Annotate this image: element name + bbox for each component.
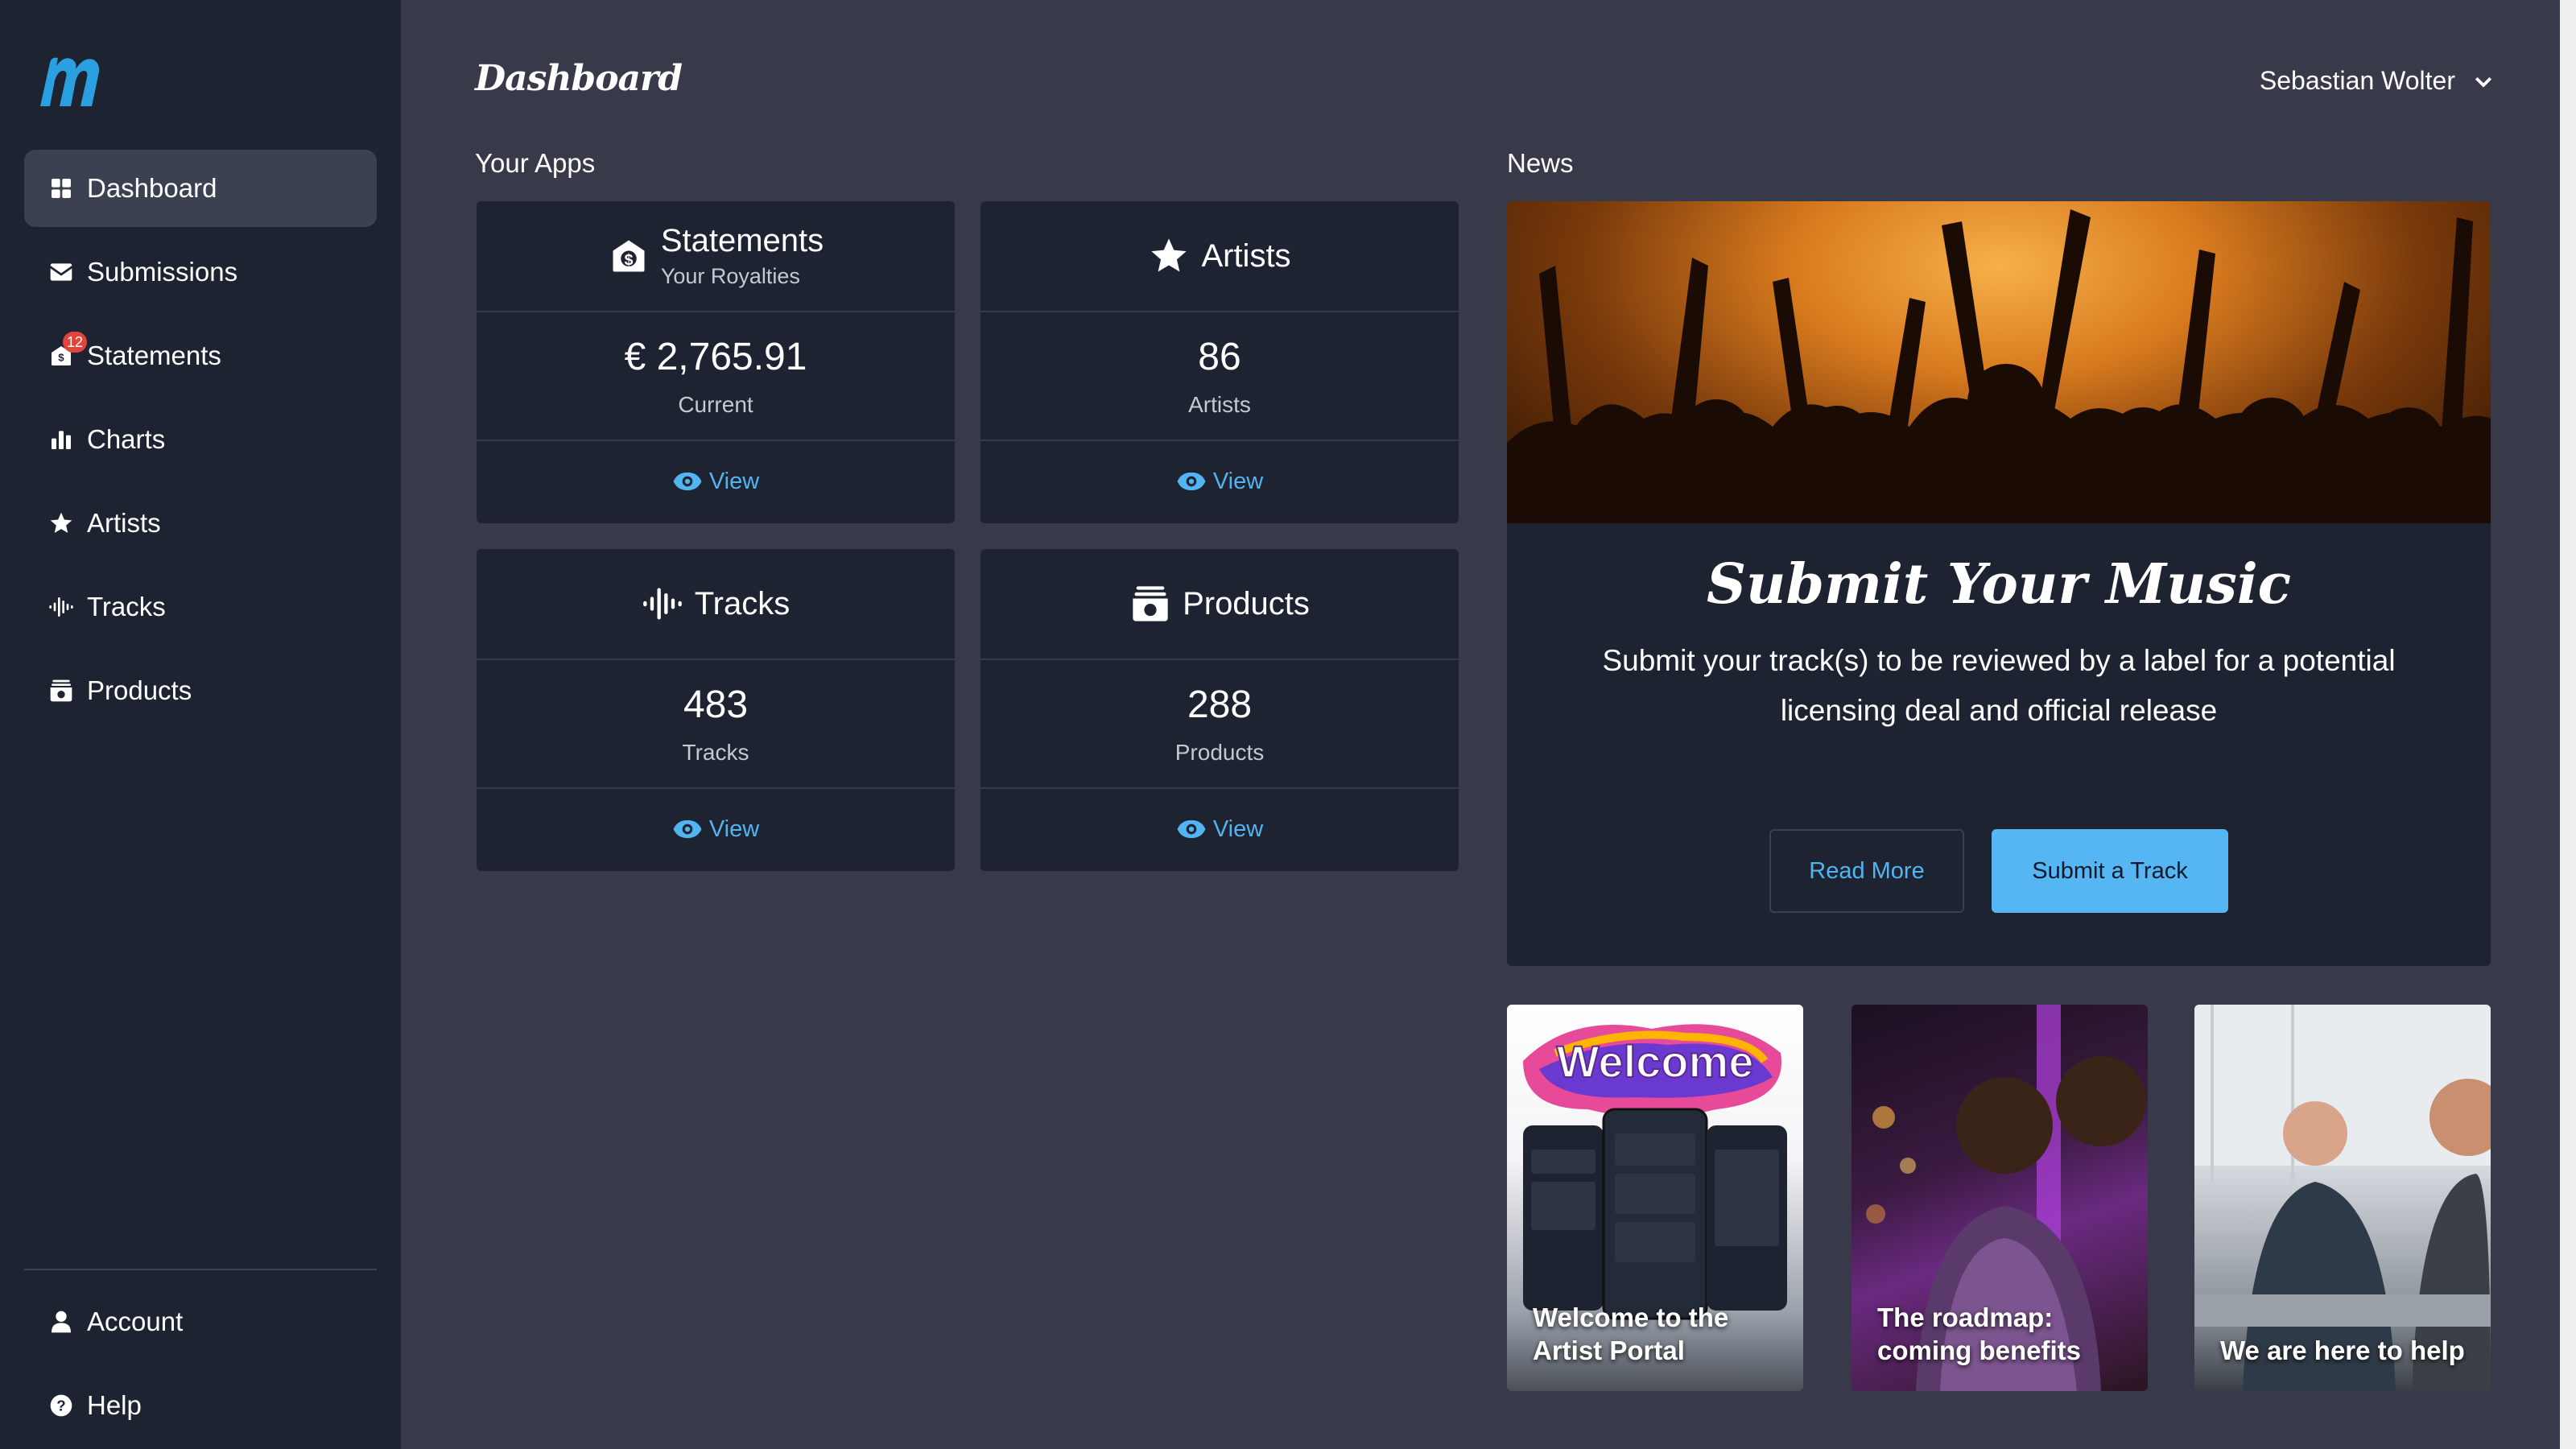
svg-text:?: ? xyxy=(56,1397,65,1414)
sidebar-item-dashboard[interactable]: Dashboard xyxy=(24,150,377,227)
app-card-products: Products 288 Products View xyxy=(980,549,1459,871)
submit-track-button[interactable]: Submit a Track xyxy=(1992,829,2228,913)
view-statements-link[interactable]: View xyxy=(477,441,955,522)
sidebar-item-label: Dashboard xyxy=(87,173,217,203)
concert-image xyxy=(1507,201,2491,523)
card-body: € 2,765.91 Current xyxy=(477,312,955,441)
card-title: Tracks xyxy=(694,585,791,621)
user-icon xyxy=(48,1309,74,1335)
sidebar-item-label: Charts xyxy=(87,424,166,454)
sidebar-divider xyxy=(24,1269,377,1270)
secondary-nav: Account ? Help xyxy=(24,1283,377,1449)
card-header: $ Statements Your Royalties xyxy=(477,201,955,312)
news-heading: Submit Your Music xyxy=(1706,552,2292,617)
money-envelope-icon: $ 12 xyxy=(48,332,88,369)
notification-badge: 12 xyxy=(63,332,88,353)
sidebar-item-label: Submissions xyxy=(87,257,238,287)
news-article-roadmap[interactable]: The roadmap: coming benefits xyxy=(1852,1005,2148,1391)
card-value-label: Artists xyxy=(1188,391,1251,417)
page-scrollbar[interactable] xyxy=(2560,0,2576,1449)
sidebar-item-charts[interactable]: Charts xyxy=(24,401,377,478)
box-icon xyxy=(1133,586,1168,621)
sidebar-item-label: Artists xyxy=(87,508,161,538)
box-icon xyxy=(48,678,74,704)
news-article-welcome[interactable]: Welcome Welcome to the Artist Portal xyxy=(1507,1005,1803,1391)
eye-icon xyxy=(673,472,702,491)
card-title: Products xyxy=(1183,585,1310,621)
card-value: 86 xyxy=(1198,335,1241,378)
sidebar-item-account[interactable]: Account xyxy=(24,1283,377,1360)
card-body: 86 Artists xyxy=(980,312,1459,441)
sidebar-item-products[interactable]: Products xyxy=(24,652,377,729)
card-value-label: Tracks xyxy=(682,739,749,765)
news-label: News xyxy=(1507,148,1574,178)
star-icon xyxy=(48,510,74,536)
card-subtitle: Your Royalties xyxy=(660,264,800,288)
news-actions: Read More Submit a Track xyxy=(1507,829,2491,913)
card-value-label: Current xyxy=(678,391,753,417)
sidebar-item-statements[interactable]: $ 12 Statements xyxy=(24,317,377,394)
news-text: Submit your track(s) to be reviewed by a… xyxy=(1602,644,2396,727)
help-image xyxy=(2194,1005,2491,1391)
chevron-down-icon xyxy=(2475,76,2492,88)
card-title: Statements xyxy=(660,223,824,258)
sidebar-item-label: Account xyxy=(87,1307,184,1336)
help-icon: ? xyxy=(48,1393,74,1418)
eye-icon xyxy=(673,819,702,839)
sidebar-item-label: Help xyxy=(87,1390,142,1420)
card-value: 483 xyxy=(683,683,749,726)
card-header: Tracks xyxy=(477,549,955,660)
card-header: Products xyxy=(980,549,1459,660)
card-value: € 2,765.91 xyxy=(624,335,807,378)
eye-icon xyxy=(1177,819,1206,839)
welcome-image-text: Welcome xyxy=(1557,1036,1754,1087)
card-title: Artists xyxy=(1201,237,1291,274)
view-label: View xyxy=(1212,468,1264,494)
news-article-help[interactable]: We are here to help xyxy=(2194,1005,2491,1391)
envelope-icon xyxy=(48,259,74,285)
waveform-icon xyxy=(642,588,682,620)
read-more-button[interactable]: Read More xyxy=(1769,829,1964,913)
article-caption: The roadmap: coming benefits xyxy=(1877,1302,2082,1365)
sidebar-item-submissions[interactable]: Submissions xyxy=(24,233,377,311)
grid-icon xyxy=(48,175,74,201)
svg-text:$: $ xyxy=(58,352,64,364)
view-products-link[interactable]: View xyxy=(980,789,1459,869)
page-title: Dashboard xyxy=(475,58,683,99)
sidebar-item-label: Statements xyxy=(87,341,221,370)
card-header: Artists xyxy=(980,201,1459,312)
article-caption: We are here to help xyxy=(2220,1335,2465,1365)
card-body: 483 Tracks xyxy=(477,660,955,789)
article-caption: Welcome to the Artist Portal xyxy=(1533,1302,1729,1365)
card-value: 288 xyxy=(1187,683,1253,726)
user-menu[interactable]: Sebastian Wolter xyxy=(2260,66,2496,96)
sidebar-item-tracks[interactable]: Tracks xyxy=(24,568,377,646)
waveform-icon xyxy=(48,594,74,620)
user-name: Sebastian Wolter xyxy=(2259,66,2455,95)
your-apps-label: Your Apps xyxy=(475,148,596,178)
sidebar-item-label: Tracks xyxy=(87,592,166,621)
main-nav: Dashboard Submissions $ 12 Statements Ch… xyxy=(24,150,377,736)
sidebar: Dashboard Submissions $ 12 Statements Ch… xyxy=(0,0,401,1449)
app-card-tracks: Tracks 483 Tracks View xyxy=(477,549,955,871)
star-icon xyxy=(1151,238,1187,272)
card-value-label: Products xyxy=(1174,739,1265,765)
sidebar-item-help[interactable]: ? Help xyxy=(24,1367,377,1444)
view-tracks-link[interactable]: View xyxy=(477,789,955,869)
view-artists-link[interactable]: View xyxy=(980,441,1459,522)
app-card-artists: Artists 86 Artists View xyxy=(980,201,1459,523)
view-label: View xyxy=(1212,815,1264,842)
view-label: View xyxy=(708,468,760,494)
svg-text:$: $ xyxy=(624,251,633,269)
news-feature-panel: Submit Your Music Submit your track(s) t… xyxy=(1507,201,2491,966)
sidebar-item-artists[interactable]: Artists xyxy=(24,485,377,562)
sidebar-item-label: Products xyxy=(87,675,192,705)
money-envelope-icon: $ xyxy=(613,240,645,272)
card-body: 288 Products xyxy=(980,660,1459,789)
app-logo[interactable] xyxy=(35,48,108,113)
app-card-statements: $ Statements Your Royalties € 2,765.91 C… xyxy=(477,201,955,523)
view-label: View xyxy=(708,815,760,842)
bar-chart-icon xyxy=(48,427,74,452)
eye-icon xyxy=(1177,472,1206,491)
